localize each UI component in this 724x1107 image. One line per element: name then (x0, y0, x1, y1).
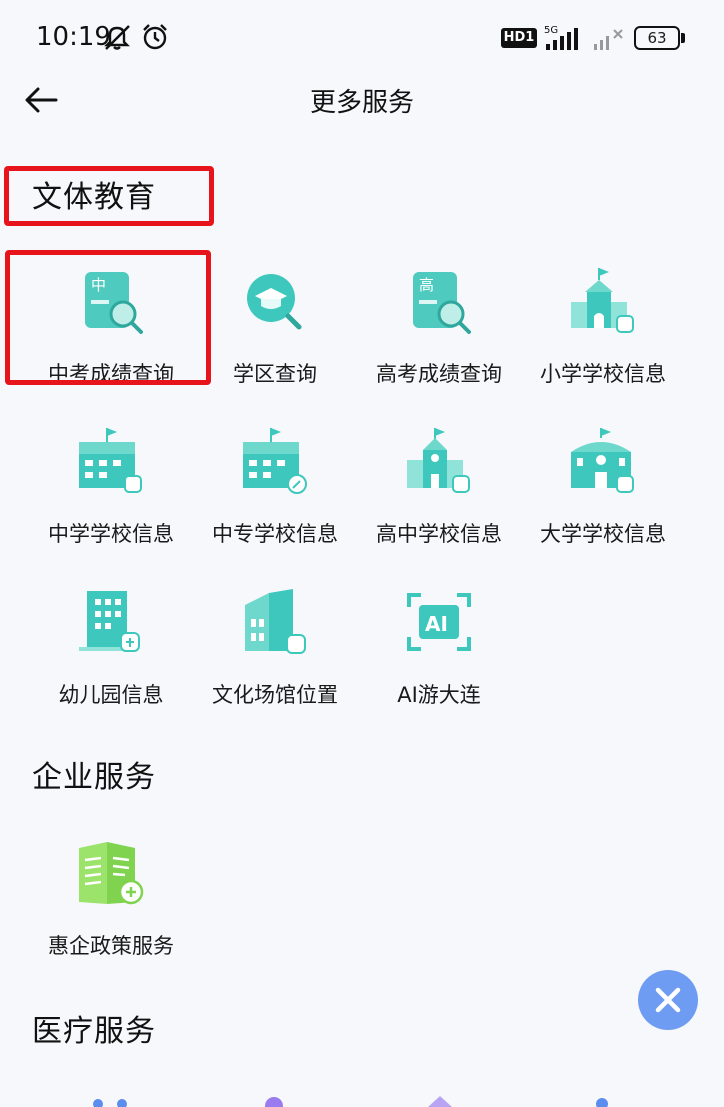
service-label: 幼儿园信息 (58, 683, 164, 707)
ai-tour-icon: AI (407, 593, 471, 651)
service-high-school[interactable]: 高中学校信息 (357, 428, 521, 578)
alarm-icon (143, 24, 167, 50)
medical-icon-peek-3 (428, 1096, 452, 1107)
battery-level: 63 (634, 26, 680, 50)
service-label: 学区查询 (233, 362, 317, 386)
primary-school-icon (571, 268, 634, 333)
vocational-school-icon (243, 428, 307, 494)
floating-close-button[interactable] (638, 970, 698, 1030)
service-label: 高考成绩查询 (376, 362, 502, 386)
service-vocational-school[interactable]: 中专学校信息 (193, 428, 357, 578)
university-icon (571, 428, 634, 493)
ai-icon-text: AI (425, 612, 448, 636)
service-label: 中专学校信息 (212, 522, 338, 546)
graduation-search-icon (247, 274, 302, 330)
page-title: 更多服务 (309, 88, 414, 118)
service-ai-tour[interactable]: AI AI游大连 (357, 589, 521, 739)
section-title-medical: 医疗服务 (32, 1014, 156, 1049)
service-label: 大学学校信息 (540, 522, 666, 546)
network-label: 5G (544, 25, 558, 36)
signal-5g-icon: 5G (544, 25, 578, 50)
hd-badge: HD1 (501, 28, 537, 48)
battery-icon: 63 (634, 26, 686, 50)
close-icon (655, 987, 681, 1013)
medical-icon-peek-2 (265, 1097, 283, 1107)
service-school-district[interactable]: 学区查询 (193, 268, 357, 418)
kindergarten-icon (79, 591, 140, 652)
service-enterprise-policy[interactable]: 惠企政策服务 (29, 840, 193, 990)
medical-icon-peek-4 (596, 1098, 608, 1107)
cultural-venue-icon (245, 589, 306, 654)
mute-icon (104, 25, 130, 50)
service-label: 高中学校信息 (376, 522, 502, 546)
section-title-business: 企业服务 (32, 760, 156, 795)
gaokao-icon-text: 高 (419, 276, 434, 294)
service-label: 小学学校信息 (540, 362, 666, 386)
gaokao-score-icon: 高 (413, 272, 471, 334)
service-cultural-venue[interactable]: 文化场馆位置 (193, 589, 357, 739)
page-header: 更多服务 (0, 76, 724, 126)
policy-book-icon (79, 842, 144, 905)
service-label: 文化场馆位置 (212, 683, 338, 707)
status-time: 10:19 (36, 22, 111, 52)
middle-school-icon (79, 428, 142, 493)
service-middle-school[interactable]: 中学学校信息 (29, 428, 193, 578)
service-label: 中学学校信息 (48, 522, 174, 546)
service-gaokao-score[interactable]: 高 高考成绩查询 (357, 268, 521, 418)
service-primary-school[interactable]: 小学学校信息 (521, 268, 685, 418)
highlight-box-section (4, 166, 214, 226)
service-kindergarten[interactable]: 幼儿园信息 (29, 589, 193, 739)
service-label: AI游大连 (397, 683, 481, 707)
medical-icon-peek-1 (93, 1099, 127, 1107)
highlight-box-item (5, 250, 211, 385)
service-label: 惠企政策服务 (48, 934, 174, 958)
signal-secondary-icon (594, 29, 623, 50)
service-university[interactable]: 大学学校信息 (521, 428, 685, 578)
status-bar: 10:19 HD1 5G 63 (0, 0, 724, 76)
high-school-icon (407, 428, 470, 493)
